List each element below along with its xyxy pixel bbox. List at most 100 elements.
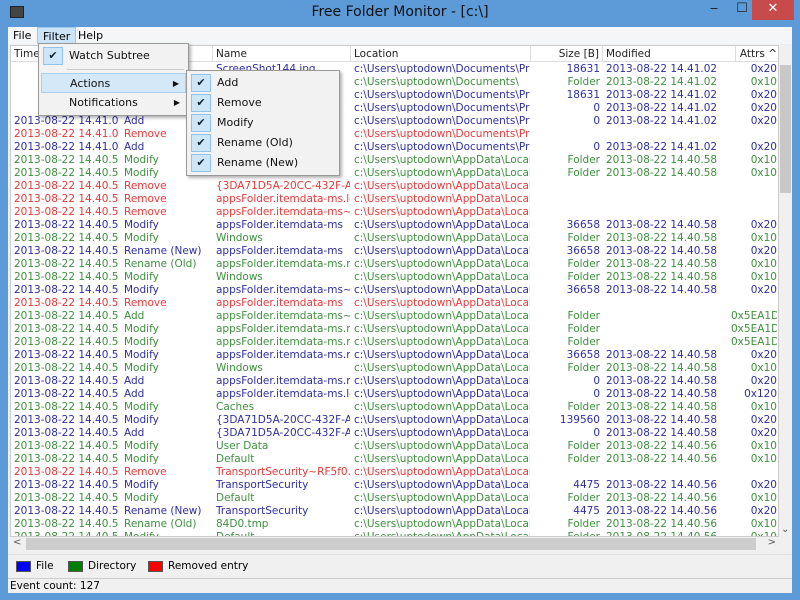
cell-attrs — [731, 466, 777, 479]
cell-location: c:\Users\uptodown\AppData\Local\... — [354, 232, 530, 244]
file-color-swatch — [16, 560, 31, 572]
cell-size: Folder — [567, 154, 600, 166]
table-row[interactable]: 2013-08-22 14.40.56 Add appsFolder.itemdat… — [11, 310, 778, 323]
table-row[interactable]: 2013-08-22 14.40.56 Add appsFolder.itemdat… — [11, 375, 778, 388]
cell-action: Modify — [124, 232, 159, 244]
column-size[interactable]: Size [B] — [531, 46, 603, 62]
cell-attrs: 0x10 — [750, 440, 777, 452]
table-row[interactable]: 2013-08-22 14.40.56 Modify c:\Users\uptodo… — [11, 154, 778, 167]
table-row[interactable]: 2013-08-22 14.40.56 Modify appsFolder.item… — [11, 219, 778, 232]
cell-time: 2013-08-22 14.41.01 — [14, 141, 119, 153]
cell-action: Modify — [124, 453, 159, 465]
cell-modified: 2013-08-22 14.40.56 — [606, 479, 718, 491]
table-row[interactable]: 2013-08-22 14.40.56 Modify appsFolder.item… — [11, 336, 778, 349]
cell-modified: 2013-08-22 14.40.58 — [606, 154, 718, 166]
menu-item-add[interactable]: ✔ Add — [189, 73, 337, 93]
menu-item-rename-new[interactable]: ✔ Rename (New) — [189, 153, 337, 173]
cell-location: c:\Users\uptodown\Documents\ — [354, 76, 519, 88]
menu-filter[interactable]: Filter — [37, 27, 77, 44]
table-row[interactable]: 2013-08-22 14.40.56 Modify appsFolder.item… — [11, 284, 778, 297]
legend-directory: Directory — [68, 560, 136, 572]
menu-help[interactable]: Help — [73, 27, 108, 44]
cell-attrs: 0x20 — [750, 505, 777, 517]
column-attrs[interactable]: Attrs ^ — [736, 46, 778, 62]
table-row[interactable]: 2013-08-22 14.40.56 Remove {3DA71D5A-20CC-… — [11, 180, 778, 193]
table-row[interactable]: 2013-08-22 14.41.01 Remove c:\Users\uptodo… — [11, 128, 778, 141]
menu-item-notifications[interactable]: Notifications ▶ — [41, 93, 186, 113]
cell-location: c:\Users\uptodown\Documents\Print... — [354, 63, 530, 75]
menu-item-actions[interactable]: Actions ▶ — [41, 73, 186, 93]
table-row[interactable]: 2013-08-22 14.40.54 Rename (Old) 84D0.tmp c… — [11, 518, 778, 531]
menu-file[interactable]: File — [8, 27, 36, 44]
cell-time: 2013-08-22 14.40.56 — [14, 232, 119, 244]
scroll-down-arrow-icon[interactable]: ⌄ — [781, 524, 789, 535]
cell-attrs — [731, 206, 777, 219]
table-row[interactable]: 2013-08-22 14.41.01 Add c:\Users\uptodown\… — [11, 141, 778, 154]
horizontal-scrollbar[interactable]: < > — [10, 537, 779, 551]
table-row[interactable]: 2013-08-22 14.40.56 Modify {3DA71D5A-20CC-… — [11, 414, 778, 427]
cell-location: c:\Users\uptodown\AppData\Local\... — [354, 206, 530, 218]
menu-item-remove[interactable]: ✔ Remove — [189, 93, 337, 113]
menu-bar: File Filter Help — [8, 27, 792, 44]
horizontal-scroll-thumb[interactable] — [26, 538, 756, 550]
table-row[interactable]: 2013-08-22 14.40.56 Modify appsFolder.item… — [11, 323, 778, 336]
cell-location: c:\Users\uptodown\AppData\Local\... — [354, 336, 530, 348]
table-row[interactable]: 2013-08-22 14.40.54 Modify User Data c:\Use… — [11, 440, 778, 453]
table-row[interactable]: 2013-08-22 14.40.56 Modify Windows c:\Users… — [11, 271, 778, 284]
column-location[interactable]: Location — [351, 46, 531, 62]
cell-modified: 2013-08-22 14.40.56 — [606, 453, 718, 465]
table-row[interactable]: 2013-08-22 14.40.56 Add appsFolder.itemdat… — [11, 388, 778, 401]
scroll-left-arrow-icon[interactable]: < — [13, 537, 21, 548]
cell-attrs: 0x10 — [750, 362, 777, 374]
table-row[interactable]: 2013-08-22 14.40.56 Remove appsFolder.item… — [11, 297, 778, 310]
column-name[interactable]: Name — [213, 46, 351, 62]
table-row[interactable]: 2013-08-22 14.40.56 Modify Windows c:\Users… — [11, 232, 778, 245]
table-row[interactable]: 2013-08-22 14.40.56 Remove appsFolder.item… — [11, 193, 778, 206]
table-row[interactable]: 2013-08-22 14.40.56 Modify Windows c:\Users… — [11, 362, 778, 375]
cell-action: Modify — [124, 401, 159, 413]
scroll-right-arrow-icon[interactable]: > — [768, 537, 776, 548]
cell-modified: 2013-08-22 14.40.56 — [606, 492, 718, 504]
table-row[interactable]: 2013-08-22 14.40.54 Rename (New) Transport… — [11, 505, 778, 518]
cell-time: 2013-08-22 14.40.56 — [14, 258, 119, 270]
table-row[interactable]: 2013-08-22 14.40.56 Modify c:\Users\uptodo… — [11, 167, 778, 180]
event-list[interactable]: Timestamp Action Name Location Size [B] … — [10, 45, 779, 537]
menu-item-watch-subtree[interactable]: ✔ Watch Subtree — [41, 46, 186, 66]
cell-name: Caches — [216, 401, 255, 413]
cell-time: 2013-08-22 14.40.56 — [14, 375, 119, 387]
table-row[interactable]: 2013-08-22 14.40.56 Rename (Old) appsFolde… — [11, 258, 778, 271]
cell-size: 36658 — [566, 219, 600, 231]
cell-location: c:\Users\uptodown\AppData\Local\... — [354, 271, 530, 283]
cell-modified: 2013-08-22 14.40.58 — [606, 271, 718, 283]
table-row[interactable]: 2013-08-22 14.41.01 Add c:\Users\uptodown\… — [11, 115, 778, 128]
column-modified[interactable]: Modified — [603, 46, 736, 62]
table-row[interactable]: 2013-08-22 14.40.56 Modify appsFolder.item… — [11, 349, 778, 362]
cell-modified: 2013-08-22 14.40.56 — [606, 505, 718, 517]
cell-action: Rename (New) — [124, 505, 202, 517]
cell-modified: 2013-08-22 14.41.02 — [606, 102, 718, 114]
cell-modified — [606, 206, 734, 219]
cell-name: appsFolder.itemdata-ms.n... — [216, 349, 350, 361]
table-row[interactable]: 2013-08-22 14.40.54 Modify TransportSecuri… — [11, 479, 778, 492]
close-button[interactable]: ✕ — [752, 0, 794, 20]
vertical-scroll-thumb[interactable] — [780, 65, 791, 193]
cell-location: c:\Users\uptodown\AppData\Local\... — [354, 492, 530, 504]
cell-modified: 2013-08-22 14.40.58 — [606, 232, 718, 244]
vertical-scrollbar[interactable]: ⌄ — [779, 45, 792, 537]
cell-time: 2013-08-22 14.40.56 — [14, 388, 119, 400]
table-row[interactable]: 2013-08-22 14.40.54 Modify Default c:\Users… — [11, 453, 778, 466]
cell-action: Modify — [124, 284, 159, 296]
menu-item-modify[interactable]: ✔ Modify — [189, 113, 337, 133]
cell-name: appsFolder.itemdata-ms~... — [216, 310, 350, 322]
table-row[interactable]: 2013-08-22 14.40.56 Modify Caches c:\Users\… — [11, 401, 778, 414]
minimize-button[interactable]: ‒ — [700, 0, 728, 20]
cell-time: 2013-08-22 14.40.56 — [14, 154, 119, 166]
cell-location: c:\Users\uptodown\AppData\Local\... — [354, 479, 530, 491]
table-row[interactable]: 2013-08-22 14.40.56 Remove appsFolder.item… — [11, 206, 778, 219]
table-row[interactable]: 2013-08-22 14.40.56 Add {3DA71D5A-20CC-432… — [11, 427, 778, 440]
cell-location: c:\Users\uptodown\AppData\Local\... — [354, 401, 530, 413]
menu-item-rename-old[interactable]: ✔ Rename (Old) — [189, 133, 337, 153]
table-row[interactable]: 2013-08-22 14.40.56 Rename (New) appsFolde… — [11, 245, 778, 258]
table-row[interactable]: 2013-08-22 14.40.54 Modify Default c:\Users… — [11, 492, 778, 505]
table-row[interactable]: 2013-08-22 14.40.54 Remove TransportSecuri… — [11, 466, 778, 479]
